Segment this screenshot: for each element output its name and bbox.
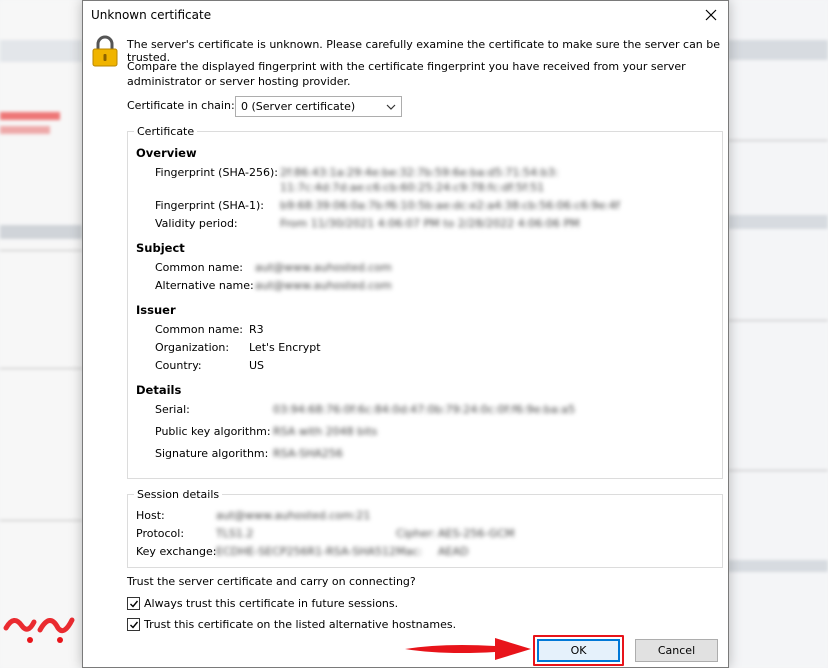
cipher-label: Cipher: <box>396 527 436 540</box>
ok-button-label: OK <box>570 644 587 657</box>
issuer-common-label: Common name: <box>155 323 243 336</box>
session-group-title: Session details <box>134 488 223 501</box>
protocol-label: Protocol: <box>136 527 185 540</box>
cancel-button[interactable]: Cancel <box>635 639 718 662</box>
host-value: aut@www.auhosted.com:21 <box>216 509 371 522</box>
subject-common-label: Common name: <box>155 261 243 274</box>
close-icon <box>705 9 717 21</box>
title-bar: Unknown certificate <box>83 1 728 29</box>
host-label: Host: <box>136 509 165 522</box>
fp256-value-line1: 2f:86:43:1a:29:4e:be:32:7b:59:6e:ba:d5:7… <box>280 166 559 179</box>
subject-common-value: aut@www.auhosted.com <box>255 261 392 274</box>
always-trust-row[interactable]: Always trust this certificate in future … <box>127 597 398 610</box>
alt-hostnames-label[interactable]: Trust this certificate on the listed alt… <box>144 618 456 631</box>
fp1-value: b9:68:39:06:0a:7b:f6:10:5b:ae:dc:e2:a4:3… <box>280 199 620 212</box>
serial-value: 03:94:68:76:0f:6c:84:0d:47:0b:79:24:0c:0… <box>273 403 576 416</box>
subject-alt-value: aut@www.auhosted.com <box>255 279 392 292</box>
issuer-org-label: Organization: <box>155 341 230 354</box>
mac-value: AEAD <box>438 545 469 558</box>
issuer-common-value: R3 <box>249 323 264 336</box>
certificate-chain-select[interactable]: 0 (Server certificate) <box>235 96 402 117</box>
background-left-panel <box>0 0 82 668</box>
cipher-value: AES-256-GCM <box>438 527 515 540</box>
always-trust-checkbox[interactable] <box>127 597 140 610</box>
fp256-label: Fingerprint (SHA-256): <box>155 166 278 179</box>
fp1-label: Fingerprint (SHA-1): <box>155 199 264 212</box>
sigalg-value: RSA-SHA256 <box>273 447 343 460</box>
dialog-title: Unknown certificate <box>91 8 212 22</box>
compare-instructions: Compare the displayed fingerprint with t… <box>127 60 686 88</box>
trust-question: Trust the server certificate and carry o… <box>127 575 416 588</box>
protocol-value: TLS1.2 <box>216 527 254 540</box>
overview-heading: Overview <box>136 146 197 160</box>
sigalg-label: Signature algorithm: <box>155 447 269 460</box>
key-exchange-label: Key exchange: <box>136 545 217 558</box>
pubkey-label: Public key algorithm: <box>155 425 271 438</box>
issuer-org-value: Let's Encrypt <box>249 341 321 354</box>
lock-icon <box>92 35 118 67</box>
validity-label: Validity period: <box>155 217 238 230</box>
issuer-country-label: Country: <box>155 359 202 372</box>
checkmark-icon <box>129 621 138 629</box>
always-trust-label[interactable]: Always trust this certificate in future … <box>144 597 398 610</box>
issuer-heading: Issuer <box>136 303 176 317</box>
certificate-group: Certificate Overview Fingerprint (SHA-25… <box>127 125 723 479</box>
subject-heading: Subject <box>136 241 185 255</box>
arrow-icon <box>405 638 531 660</box>
validity-value: From 11/30/2021 4:06:07 PM to 2/28/2022 … <box>280 217 580 230</box>
mac-label: Mac: <box>396 545 422 558</box>
fp256-value-line2: 11:7c:4d:7d:ae:c6:cb:60:25:24:c9:78:fc:d… <box>280 181 545 194</box>
cancel-button-label: Cancel <box>657 644 696 657</box>
checkmark-icon <box>129 600 138 608</box>
close-button[interactable] <box>700 4 722 26</box>
certificate-dialog: Unknown certificate The server's certifi… <box>82 0 729 668</box>
key-exchange-value: ECDHE-SECP256R1-RSA-SHA512 <box>216 545 397 558</box>
alt-hostnames-checkbox[interactable] <box>127 618 140 631</box>
issuer-country-value: US <box>249 359 265 372</box>
chain-label: Certificate in chain: <box>127 99 235 112</box>
subject-alt-label: Alternative name: <box>155 279 254 292</box>
details-heading: Details <box>136 383 182 397</box>
watermark-logo <box>3 617 75 643</box>
chevron-down-icon <box>386 104 396 110</box>
ok-button[interactable]: OK <box>537 639 620 662</box>
alt-hostnames-row[interactable]: Trust this certificate on the listed alt… <box>127 618 456 631</box>
session-details-group: Session details Host: aut@www.auhosted.c… <box>127 488 723 568</box>
serial-label: Serial: <box>155 403 190 416</box>
certificate-group-title: Certificate <box>134 125 198 138</box>
chain-selected-value: 0 (Server certificate) <box>241 100 356 113</box>
background-right-panel <box>728 0 828 668</box>
pubkey-value: RSA with 2048 bits <box>273 425 378 438</box>
